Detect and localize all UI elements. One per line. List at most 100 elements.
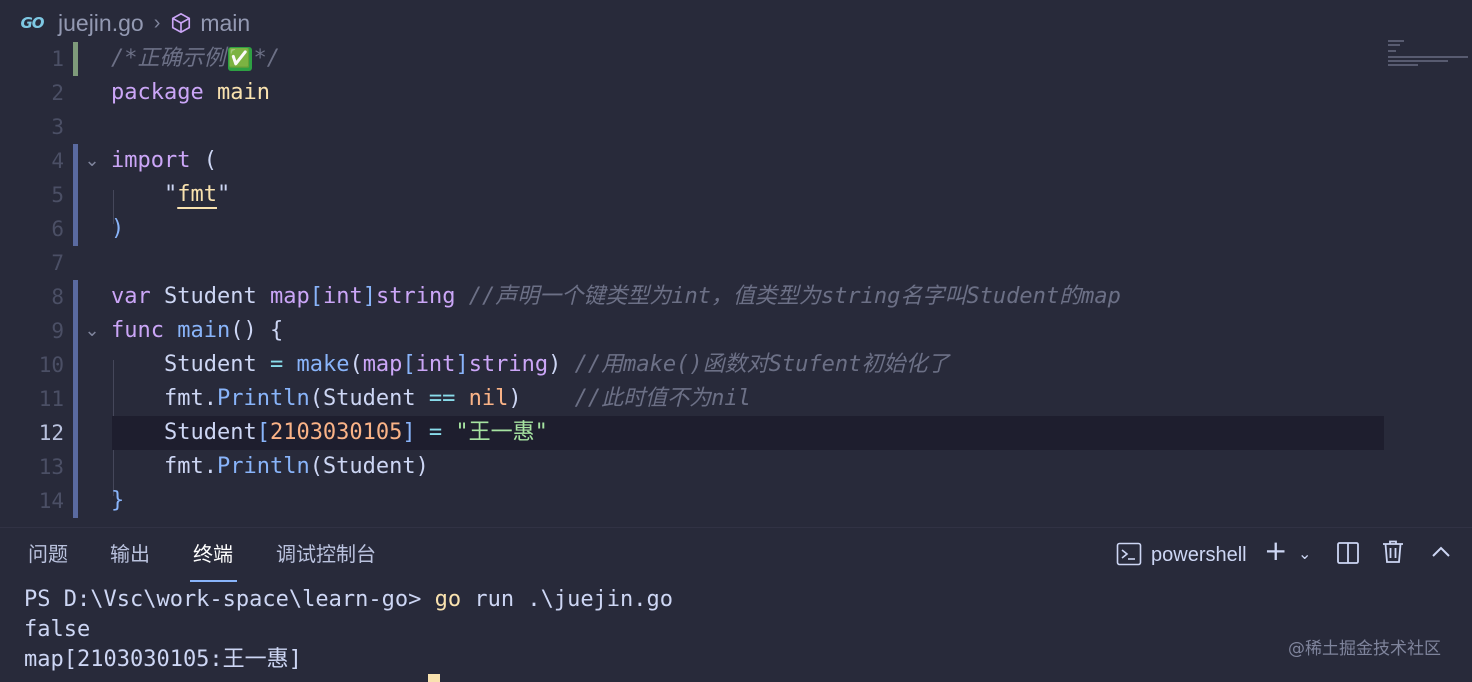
line-number: 11 bbox=[38, 387, 64, 411]
keyword: func bbox=[111, 318, 164, 343]
line-number: 9 bbox=[51, 319, 64, 343]
comment: */ bbox=[253, 46, 281, 71]
breadcrumb: GO juejin.go › main bbox=[0, 0, 1472, 46]
code-text: (Student) bbox=[309, 454, 429, 479]
type: string bbox=[468, 352, 549, 377]
paren: ( bbox=[309, 386, 323, 411]
breadcrumb-file[interactable]: juejin.go bbox=[58, 10, 144, 37]
fold-chevron-icon[interactable]: ⌄ bbox=[80, 314, 104, 348]
chevron-up-icon[interactable] bbox=[1430, 544, 1452, 560]
terminal-command-args: run .\juejin.go bbox=[461, 587, 674, 612]
keyword: import bbox=[111, 148, 191, 173]
comment: //声明一个键类型为int，值类型为string名字叫Student的map bbox=[468, 284, 1121, 309]
function-name: main bbox=[177, 318, 231, 343]
fold-chevron-icon[interactable]: ⌄ bbox=[80, 144, 104, 178]
split-terminal-icon[interactable] bbox=[1336, 541, 1360, 565]
trash-icon[interactable] bbox=[1382, 540, 1404, 564]
check-mark-icon: ✅ bbox=[227, 47, 252, 71]
operator: = bbox=[428, 420, 443, 445]
shell-selector[interactable]: powershell bbox=[1151, 528, 1247, 583]
panel-tabs: 问题 输出 终端 调试控制台 powershell + ⌄ bbox=[0, 528, 1472, 583]
paren: ( bbox=[349, 352, 363, 377]
code-line[interactable]: 7 bbox=[0, 246, 1472, 280]
line-number: 13 bbox=[38, 455, 64, 479]
code-line[interactable]: 3 bbox=[0, 110, 1472, 144]
bracket: ] bbox=[455, 352, 469, 377]
terminal-output-line: false bbox=[24, 617, 91, 642]
bracket: [ bbox=[402, 352, 416, 377]
terminal-prompt: PS D:\Vsc\work-space\learn-go> bbox=[24, 587, 435, 612]
git-added-bar bbox=[73, 382, 78, 416]
bracket: ] bbox=[402, 420, 416, 445]
keyword: package bbox=[111, 80, 204, 105]
tab-terminal[interactable]: 终端 bbox=[193, 528, 233, 583]
git-added-bar bbox=[73, 484, 78, 518]
tab-output[interactable]: 输出 bbox=[110, 528, 150, 583]
plus-icon[interactable]: + bbox=[1264, 534, 1287, 567]
go-file-icon: GO bbox=[20, 14, 44, 32]
line-number: 8 bbox=[51, 285, 64, 309]
keyword: var bbox=[111, 284, 151, 309]
terminal-command: go bbox=[434, 587, 462, 612]
git-added-bar bbox=[73, 212, 78, 246]
terminal-output[interactable]: PS D:\Vsc\work-space\learn-go> go run .\… bbox=[24, 585, 673, 675]
quote: " bbox=[216, 182, 231, 207]
tab-problems[interactable]: 问题 bbox=[28, 528, 68, 583]
code-line[interactable]: 11 fmt.Println(Student == nil) //此时值不为ni… bbox=[0, 382, 1472, 416]
code-line[interactable]: 5 "fmt" bbox=[0, 178, 1472, 212]
comment: /*正确示例 bbox=[111, 46, 226, 71]
paren: ) bbox=[548, 352, 562, 377]
code-line[interactable]: 14 } bbox=[0, 484, 1472, 518]
code-line[interactable]: 13 fmt.Println(Student) bbox=[0, 450, 1472, 484]
active-tab-indicator bbox=[190, 580, 237, 582]
code-line-current[interactable]: 12 Student[2103030105] = "王一惠" bbox=[0, 416, 1472, 450]
code-line[interactable]: 2 package main bbox=[0, 76, 1472, 110]
git-added-bar bbox=[73, 348, 78, 382]
code-text: ) bbox=[111, 216, 125, 241]
code-line[interactable]: 4 ⌄ import ( bbox=[0, 144, 1472, 178]
package-ref: fmt. bbox=[163, 454, 217, 479]
code-line[interactable]: 1 /*正确示例 ✅ */ bbox=[0, 42, 1472, 76]
code-text: } bbox=[111, 488, 125, 513]
code-line[interactable]: 9 ⌄ func main() { bbox=[0, 314, 1472, 348]
identifier: Student bbox=[164, 284, 257, 309]
line-number: 2 bbox=[51, 81, 64, 105]
code-line[interactable]: 6 ) bbox=[0, 212, 1472, 246]
git-added-bar bbox=[73, 314, 78, 348]
code-line[interactable]: 8 var Student map[int]string //声明一个键类型为i… bbox=[0, 280, 1472, 314]
terminal-icon bbox=[1116, 542, 1142, 566]
code-line[interactable]: 10 Student = make(map[int]string) //用mak… bbox=[0, 348, 1472, 382]
nil-literal: nil bbox=[468, 386, 509, 411]
operator: = bbox=[269, 352, 284, 377]
minimap[interactable] bbox=[1384, 40, 1472, 70]
terminal-output-line: map[2103030105:王一惠] bbox=[24, 647, 302, 672]
import-path: fmt bbox=[177, 182, 217, 207]
cube-icon bbox=[172, 12, 191, 34]
line-number: 6 bbox=[51, 217, 64, 241]
number-literal: 2103030105 bbox=[269, 420, 403, 445]
line-number: 12 bbox=[38, 421, 64, 445]
watermark: @稀土掘金技术社区 bbox=[1288, 639, 1441, 659]
terminal-cursor bbox=[428, 674, 440, 682]
line-number: 1 bbox=[51, 47, 64, 71]
tab-debug-console[interactable]: 调试控制台 bbox=[276, 528, 376, 583]
comment: //此时值不为nil bbox=[574, 386, 751, 411]
package-name: main bbox=[216, 80, 270, 105]
quote: " bbox=[163, 182, 178, 207]
git-added-bar bbox=[73, 178, 78, 212]
git-added-bar bbox=[73, 280, 78, 314]
chevron-down-icon[interactable]: ⌄ bbox=[1298, 544, 1311, 563]
line-number: 14 bbox=[38, 489, 64, 513]
type: map bbox=[362, 352, 403, 377]
breadcrumb-symbol[interactable]: main bbox=[200, 10, 250, 37]
code-editor[interactable]: 1 /*正确示例 ✅ */ 2 package main 3 4 ⌄ import … bbox=[0, 42, 1472, 527]
function-name: make bbox=[296, 352, 350, 377]
identifier: Student bbox=[163, 352, 257, 377]
line-number: 4 bbox=[51, 149, 64, 173]
line-number: 10 bbox=[38, 353, 64, 377]
bracket: [ bbox=[309, 284, 323, 309]
code-text: () { bbox=[230, 318, 284, 343]
paren: ) bbox=[508, 386, 522, 411]
function-name: Println bbox=[216, 454, 310, 479]
identifier: Student bbox=[163, 420, 257, 445]
